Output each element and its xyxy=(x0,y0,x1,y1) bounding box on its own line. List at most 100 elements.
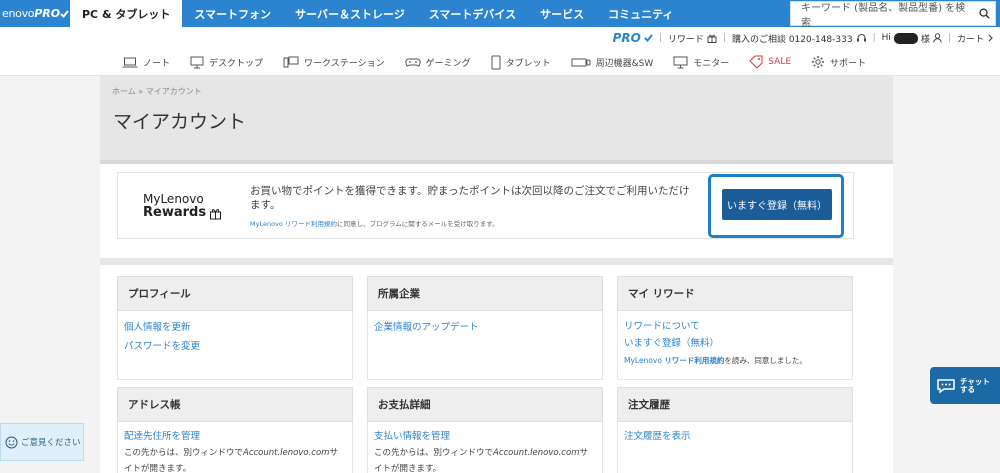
card-title: 注文履歴 xyxy=(617,387,853,422)
card-title: 所属企業 xyxy=(367,276,603,311)
rewards-link[interactable]: リワード xyxy=(668,32,717,45)
tab-smart-devices[interactable]: スマートデバイス xyxy=(417,0,528,27)
divider: | xyxy=(872,33,876,43)
consult-label: 購入のご相談 0120-148-333 xyxy=(731,34,853,45)
category-sale[interactable]: SALE xyxy=(749,55,791,69)
profile-card: プロフィール 個人情報を更新 パスワードを変更 xyxy=(117,276,353,380)
category-label: ワークステーション xyxy=(304,58,385,69)
laptop-icon xyxy=(122,57,138,67)
order-history-card: 注文履歴 注文履歴を表示 xyxy=(617,387,853,473)
category-gaming[interactable]: ゲーミング xyxy=(404,56,471,69)
category-tablet[interactable]: タブレット xyxy=(491,55,551,70)
tablet-icon xyxy=(491,55,501,69)
rewards-terms-text: に同意し、プログラムに関するメールを受け取ります。 xyxy=(336,220,499,228)
chat-bubble-icon xyxy=(937,378,955,393)
card-title: プロフィール xyxy=(117,276,353,311)
category-peripherals[interactable]: 周辺機器&SW xyxy=(571,56,654,69)
tab-smartphone[interactable]: スマートフォン xyxy=(182,0,283,27)
category-label: サポート xyxy=(830,58,867,69)
breadcrumb[interactable]: ホーム » マイアカウント xyxy=(112,86,202,97)
my-rewards-card: マイ リワード リワードについて いますぐ登録（無料） MyLenovo リワー… xyxy=(617,276,853,380)
register-now-button[interactable]: いますぐ登録（無料） xyxy=(722,189,832,220)
divider: | xyxy=(722,33,726,43)
gift-icon xyxy=(210,208,222,219)
tab-services[interactable]: サービス xyxy=(528,0,596,27)
cart-link[interactable]: カート xyxy=(957,32,994,45)
update-personal-info-link[interactable]: 個人情報を更新 xyxy=(124,318,346,337)
feedback-button[interactable]: ご意見ください xyxy=(0,423,84,461)
chat-button[interactable]: チャット する xyxy=(930,367,1000,404)
search-icon[interactable] xyxy=(973,8,995,19)
workstation-icon xyxy=(283,56,299,68)
tab-pc-tablet[interactable]: PC & タブレット xyxy=(70,0,183,27)
about-rewards-link[interactable]: リワードについて xyxy=(624,318,846,335)
category-label: モニター xyxy=(693,58,730,69)
card-title: マイ リワード xyxy=(617,276,853,311)
account-site-name: Account.lenovo.com xyxy=(493,448,580,458)
change-password-link[interactable]: パスワードを変更 xyxy=(124,337,346,356)
search-input[interactable]: キーワード (製品名、製品型番) を検索 xyxy=(790,1,996,29)
tab-community[interactable]: コミュニティ xyxy=(596,0,685,27)
pro-label: PRO xyxy=(612,31,641,45)
tag-icon xyxy=(749,55,763,69)
consult-phone[interactable]: 購入のご相談 0120-148-333 xyxy=(732,32,867,45)
rewards-logo-line2: Rewards xyxy=(143,205,207,220)
greeting-suffix: 様 xyxy=(920,34,930,45)
logo-pro: PRO xyxy=(34,7,61,20)
note-text: この先からは、別ウィンドウで xyxy=(124,448,244,458)
mylenovo-rewards-logo: MyLenovo Rewards xyxy=(143,192,222,220)
card-title: お支払詳細 xyxy=(367,387,603,422)
chevron-right-icon xyxy=(988,34,993,42)
logo-text: enovo xyxy=(2,7,35,20)
rewards-terms-link[interactable]: リワード利用規約 xyxy=(664,356,724,365)
category-label: 周辺機器&SW xyxy=(595,58,654,69)
rewards-terms-note: MyLenovo リワード利用規約に同意し、プログラムに関するメールを受け取りま… xyxy=(250,218,499,228)
category-workstation[interactable]: ワークステーション xyxy=(283,56,385,69)
check-icon xyxy=(644,34,653,42)
category-bar: ノート デスクトップ ワークステーション ゲーミング タブレット 周辺機器&SW… xyxy=(0,49,1000,76)
category-label: ゲーミング xyxy=(425,58,471,69)
rewards-agreement-note: MyLenovo リワード利用規約を読み、同意しました。 xyxy=(624,356,807,365)
pro-badge[interactable]: PRO xyxy=(613,31,653,45)
category-support[interactable]: サポート xyxy=(811,55,866,69)
mylenovo-label: MyLenovo xyxy=(624,356,662,365)
gift-icon xyxy=(707,34,717,43)
card-title: アドレス帳 xyxy=(117,387,353,422)
category-label: デスクトップ xyxy=(209,58,264,69)
view-order-history-link[interactable]: 注文履歴を表示 xyxy=(624,429,846,445)
smiley-icon xyxy=(5,436,18,448)
payment-details-card: お支払詳細 支払い情報を管理 この先からは、別ウィンドウでAccount.len… xyxy=(367,387,603,473)
lenovo-pro-logo[interactable]: enovo PRO xyxy=(0,0,70,27)
category-desktop[interactable]: デスクトップ xyxy=(190,56,263,69)
account-menu[interactable]: Hi 様 xyxy=(882,32,942,45)
rewards-label: リワード xyxy=(667,34,704,45)
tab-server-storage[interactable]: サーバー＆ストレージ xyxy=(283,0,417,27)
chat-label-line2: する xyxy=(960,384,975,394)
category-monitor[interactable]: モニター xyxy=(673,56,729,69)
desktop-icon xyxy=(190,56,204,68)
check-icon xyxy=(60,9,69,18)
category-label: タブレット xyxy=(505,58,551,69)
manage-payment-link[interactable]: 支払い情報を管理 xyxy=(374,429,596,445)
page-title: マイアカウント xyxy=(113,111,247,133)
note-text: この先からは、別ウィンドウで xyxy=(374,448,494,458)
user-icon xyxy=(933,33,942,43)
divider: | xyxy=(947,33,951,43)
external-site-note: この先からは、別ウィンドウでAccount.lenovo.comサイトが開きます… xyxy=(124,448,338,473)
divider: | xyxy=(658,33,662,43)
gamepad-icon xyxy=(404,58,421,67)
update-company-info-link[interactable]: 企業情報のアップデート xyxy=(374,318,596,337)
company-card: 所属企業 企業情報のアップデート xyxy=(367,276,603,380)
category-label: ノート xyxy=(143,58,171,69)
greeting-label: Hi xyxy=(881,33,891,43)
rewards-logo-line1: MyLenovo xyxy=(143,192,204,206)
agreement-text: を読み、同意しました。 xyxy=(724,356,807,365)
external-site-note: この先からは、別ウィンドウでAccount.lenovo.comサイトが開きます… xyxy=(374,448,588,473)
search-placeholder: キーワード (製品名、製品型番) を検索 xyxy=(801,2,966,29)
rewards-terms-link[interactable]: MyLenovo リワード利用規約 xyxy=(250,220,337,228)
manage-shipping-address-link[interactable]: 配達先住所を管理 xyxy=(124,429,346,445)
category-notebook[interactable]: ノート xyxy=(122,56,170,69)
address-book-card: アドレス帳 配達先住所を管理 この先からは、別ウィンドウでAccount.len… xyxy=(117,387,353,473)
category-label: SALE xyxy=(768,57,792,67)
register-now-link[interactable]: いますぐ登録（無料） xyxy=(624,335,846,352)
